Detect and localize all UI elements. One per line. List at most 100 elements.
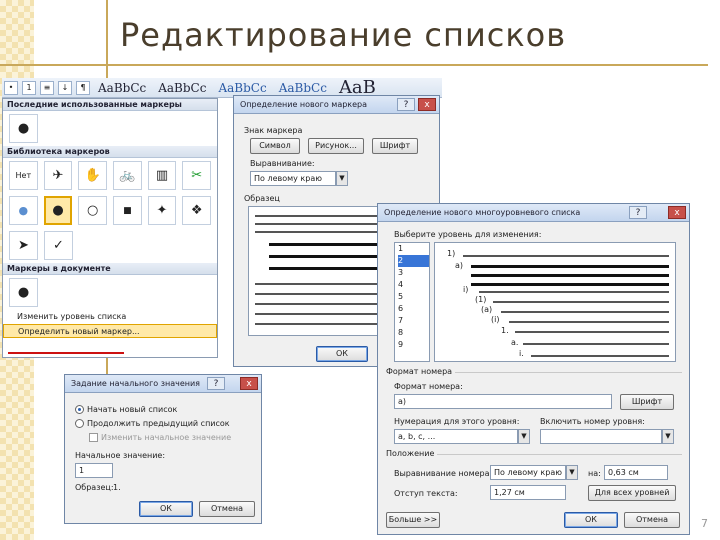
chevron-down-icon[interactable]: ▼ — [662, 429, 674, 444]
library-header: Библиотека маркеров — [3, 146, 217, 158]
preview-number-1: 1) — [447, 249, 456, 258]
advance-value-checkbox[interactable]: Изменить начальное значение — [89, 433, 231, 442]
bullet-hand-icon[interactable]: ✋ — [78, 161, 108, 190]
bullet-diamond-cross-icon[interactable]: ❖ — [182, 196, 211, 225]
picture-button[interactable]: Рисунок... — [308, 138, 364, 154]
bullet-black-dot[interactable]: ● — [43, 196, 73, 225]
bullet-library-panel: Последние использованные маркеры ● Библи… — [2, 98, 218, 358]
new-list-radio[interactable]: Начать новый список — [75, 405, 177, 414]
multilevel-preview: 1) a) i) (1) (a) (i) 1. a. i. — [434, 242, 676, 362]
marker-label: Знак маркера — [244, 126, 303, 135]
alignment-select[interactable]: По левому краю — [250, 171, 336, 186]
continue-list-radio[interactable]: Продолжить предыдущий список — [75, 419, 230, 428]
ok-button[interactable]: ОК — [316, 346, 368, 362]
bullet-square[interactable]: ■ — [113, 196, 142, 225]
level-item[interactable]: 2 — [398, 255, 429, 267]
more-button[interactable]: Больше >> — [386, 512, 440, 528]
bullet-scissors-icon[interactable]: ✂ — [182, 161, 212, 190]
new-list-label: Начать новый список — [87, 405, 178, 414]
bullet-check-icon[interactable]: ✓ — [44, 231, 73, 260]
cancel-button[interactable]: Отмена — [199, 501, 255, 517]
chevron-down-icon[interactable]: ▼ — [518, 429, 530, 444]
text-indent-input[interactable]: 1,27 см — [490, 485, 566, 500]
style-heading-2[interactable]: AaBbCc — [275, 81, 331, 95]
style-no-spacing[interactable]: AaBbCc — [154, 81, 210, 95]
level-item[interactable]: 6 — [398, 303, 429, 315]
level-item[interactable]: 3 — [398, 267, 429, 279]
multilevel-title-text: Определение нового многоуровневого списк… — [384, 208, 581, 217]
at-label: на: — [588, 469, 601, 478]
bullet-plane-icon[interactable]: ✈ — [43, 161, 73, 190]
numbering-button[interactable]: 1 — [22, 80, 36, 95]
help-icon[interactable]: ? — [629, 206, 647, 219]
level-list[interactable]: 123456789 — [394, 242, 430, 362]
define-bullet-title: Определение нового маркера ? x — [234, 96, 439, 114]
numbering-style-label: Нумерация для этого уровня: — [394, 417, 520, 426]
numbering-style-select[interactable]: a, b, c, ... — [394, 429, 518, 444]
text-indent-label: Отступ текста: — [394, 489, 458, 498]
document-bullet-dot[interactable]: ● — [9, 278, 38, 307]
bullet-building-icon[interactable]: ▥ — [147, 161, 177, 190]
close-icon[interactable]: x — [418, 98, 436, 111]
preview-label: Образец: — [75, 483, 114, 492]
chevron-down-icon[interactable]: ▼ — [566, 465, 578, 480]
level-item[interactable]: 1 — [398, 243, 429, 255]
style-normal[interactable]: AaBbCc — [94, 81, 150, 95]
multilevel-title: Определение нового многоуровневого списк… — [378, 204, 689, 222]
document-bullets-header: Маркеры в документе — [3, 263, 217, 275]
preview-number-4: (1) — [475, 295, 487, 304]
help-icon[interactable]: ? — [207, 377, 225, 390]
pilcrow-button[interactable]: ¶ — [76, 80, 90, 95]
advance-value-label: Изменить начальное значение — [101, 433, 232, 442]
slide-title: Редактирование списков — [120, 16, 567, 54]
number-format-input[interactable]: a) — [394, 394, 612, 409]
level-item[interactable]: 8 — [398, 327, 429, 339]
level-item[interactable]: 5 — [398, 291, 429, 303]
multilevel-button[interactable]: ≡ — [40, 80, 54, 95]
close-icon[interactable]: x — [668, 206, 686, 219]
start-value-label: Начальное значение: — [75, 451, 166, 460]
preview-number-6: (i) — [491, 315, 500, 324]
all-levels-button[interactable]: Для всех уровней — [588, 485, 676, 501]
change-list-level-menu[interactable]: Изменить уровень списка — [3, 310, 217, 324]
level-item[interactable]: 7 — [398, 315, 429, 327]
chevron-down-icon[interactable]: ▼ — [336, 171, 348, 186]
symbol-button[interactable]: Символ — [250, 138, 300, 154]
bullet-star-icon[interactable]: ✦ — [147, 196, 177, 225]
preview-number-3: i) — [463, 285, 469, 294]
style-heading-1[interactable]: AaBbCc — [214, 81, 270, 95]
font-button[interactable]: Шрифт — [372, 138, 418, 154]
preview-value: 1. — [113, 483, 121, 492]
define-new-bullet-menu[interactable]: Определить новый маркер... — [3, 324, 217, 338]
recent-bullet-dot[interactable]: ● — [9, 114, 38, 143]
bullet-circle[interactable]: ○ — [78, 196, 107, 225]
font-button[interactable]: Шрифт — [620, 394, 674, 410]
define-bullet-title-text: Определение нового маркера — [240, 100, 368, 109]
help-icon[interactable]: ? — [397, 98, 415, 111]
multilevel-list-dialog: Определение нового многоуровневого списк… — [377, 203, 690, 535]
level-item[interactable]: 4 — [398, 279, 429, 291]
cancel-button[interactable]: Отмена — [624, 512, 680, 528]
bullet-blue-dot[interactable]: ● — [9, 196, 38, 225]
ok-button[interactable]: ОК — [139, 501, 193, 517]
ok-button[interactable]: ОК — [564, 512, 618, 528]
start-value-input[interactable]: 1 — [75, 463, 113, 478]
bullets-button[interactable]: • — [4, 80, 18, 95]
preview-number-7: 1. — [501, 326, 509, 335]
bullet-bicycle-icon[interactable]: 🚲 — [113, 161, 142, 190]
at-input[interactable]: 0,63 см — [604, 465, 668, 480]
bullet-arrow-icon[interactable]: ➤ — [9, 231, 38, 260]
include-level-label: Включить номер уровня: — [540, 417, 645, 426]
close-icon[interactable]: x — [240, 377, 258, 390]
preview-number-8: a. — [511, 338, 519, 347]
preview-number-5: (a) — [481, 305, 493, 314]
number-align-select[interactable]: По левому краю — [490, 465, 566, 480]
start-value-title-text: Задание начального значения — [71, 379, 200, 388]
sort-button[interactable]: ↓ — [58, 80, 72, 95]
bullet-none[interactable]: Нет — [9, 161, 38, 190]
start-value-title: Задание начального значения ? x — [65, 375, 261, 393]
recent-bullets-header: Последние использованные маркеры — [3, 99, 217, 111]
level-item[interactable]: 9 — [398, 339, 429, 351]
number-align-label: Выравнивание номера: — [394, 469, 493, 478]
include-level-select[interactable] — [540, 429, 662, 444]
